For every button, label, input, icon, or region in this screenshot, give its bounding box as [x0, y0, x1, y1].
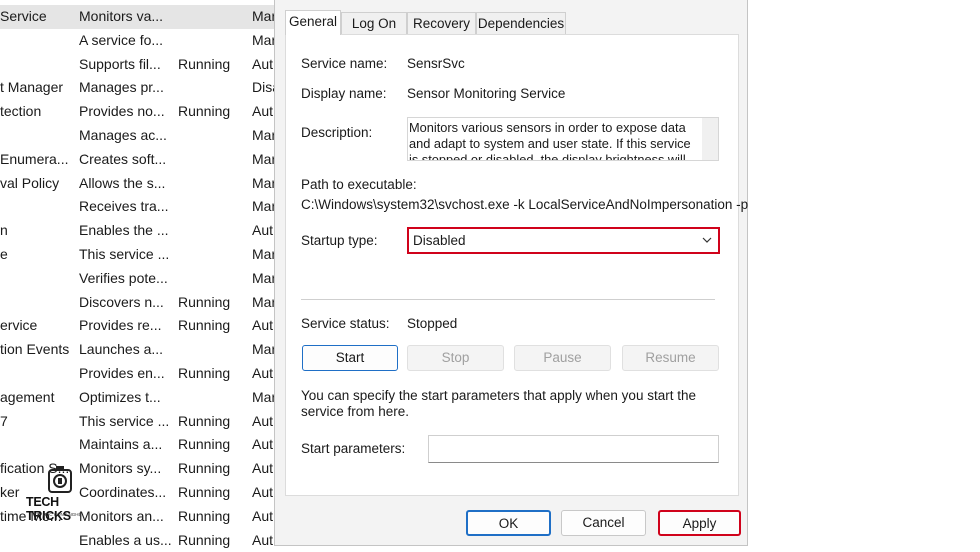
service-name-cell: tion Events [0, 341, 70, 358]
tab-dependencies[interactable]: Dependencies [476, 12, 566, 34]
tech-tricks-logo: TECH TRICKS TIN HỌC CÔNG NGHỆ [26, 466, 96, 524]
service-description-cell: Enables the ... [79, 222, 169, 239]
service-status-cell: Running [178, 483, 231, 500]
service-name-cell: Service [0, 8, 47, 24]
service-row[interactable]: A service fo... Mar [0, 29, 290, 53]
service-description-cell: Provides no... [79, 103, 165, 120]
service-name-value: SensrSvc [407, 56, 465, 71]
service-status-cell: Running [178, 293, 231, 310]
startup-type-label: Startup type: [301, 233, 378, 248]
description-scrollbar[interactable] [702, 118, 718, 160]
display-name-label: Display name: [301, 86, 387, 101]
service-name-cell: n [0, 222, 8, 239]
separator [301, 299, 715, 300]
service-description-cell: Discovers n... [79, 293, 164, 310]
service-status-cell: Running [178, 460, 231, 477]
service-description-cell: Creates soft... [79, 150, 167, 167]
tab-recovery[interactable]: Recovery [407, 12, 476, 34]
start-parameters-hint: You can specify the start parameters tha… [301, 388, 696, 419]
service-description-cell: Allows the s... [79, 174, 166, 191]
service-description-cell: Manages ac... [79, 126, 167, 143]
start-button[interactable]: Start [302, 345, 398, 371]
path-value: C:\Windows\system32\svchost.exe -k Local… [301, 197, 749, 212]
service-description-cell: Receives tra... [79, 198, 169, 215]
service-description-cell: Enables a us... [79, 531, 171, 548]
service-description-cell: Launches a... [79, 341, 164, 358]
service-row[interactable]: Maintains a... Running Aut [0, 433, 290, 457]
service-row[interactable]: Manages ac... Mar [0, 124, 290, 148]
service-status-cell: Running [178, 364, 231, 381]
service-description-cell: Verifies pote... [79, 269, 168, 286]
pause-button[interactable]: Pause [514, 345, 611, 371]
service-name-cell: e [0, 245, 8, 262]
service-name-cell: agement [0, 388, 55, 405]
service-name-cell: 7 [0, 412, 8, 429]
apply-button[interactable]: Apply [658, 510, 741, 536]
service-description-cell: Provides re... [79, 317, 162, 334]
service-row[interactable]: Service Monitors va... Mar [0, 5, 290, 29]
cancel-button[interactable]: Cancel [561, 510, 646, 536]
service-row[interactable]: n Enables the ... Aut [0, 219, 290, 243]
description-box[interactable]: Monitors various sensors in order to exp… [407, 117, 719, 161]
logo-title: TECH TRICKS [26, 495, 71, 523]
service-row[interactable]: Supports fil... Running Aut [0, 53, 290, 77]
service-status-cell: Running [178, 103, 231, 120]
general-tab-panel: Service name: SensrSvc Display name: Sen… [285, 34, 748, 496]
service-name-cell: tection [0, 103, 42, 120]
service-row[interactable]: Discovers n... Running Mar [0, 291, 290, 315]
service-name-cell: ervice [0, 317, 38, 334]
start-parameters-label: Start parameters: [301, 441, 406, 456]
service-status-cell: Running [178, 55, 231, 72]
logo-emblem-icon [48, 466, 72, 493]
service-status-cell: Running [178, 531, 231, 548]
display-name-value: Sensor Monitoring Service [407, 86, 566, 101]
service-row[interactable]: Verifies pote... Mar [0, 267, 290, 291]
service-description-cell: Maintains a... [79, 436, 163, 453]
service-description-cell: This service ... [79, 245, 170, 262]
service-properties-dialog: General Log On Recovery Dependencies Ser… [274, 0, 748, 546]
description-text: Monitors various sensors in order to exp… [409, 120, 691, 161]
startup-type-dropdown[interactable]: Disabled [407, 227, 720, 254]
service-name-cell: Enumera... [0, 150, 69, 167]
service-status-cell: Running [178, 412, 231, 429]
service-row[interactable]: Enumera... Creates soft... Mar [0, 148, 290, 172]
service-row[interactable]: val Policy Allows the s... Mar [0, 172, 290, 196]
tab-log-on[interactable]: Log On [341, 12, 407, 34]
path-label: Path to executable: [301, 177, 417, 192]
resume-button[interactable]: Resume [622, 345, 719, 371]
service-description-cell: This service ... [79, 412, 170, 429]
service-row[interactable]: ervice Provides re... Running Aut [0, 314, 290, 338]
service-status-cell: Running [178, 317, 231, 334]
start-parameters-input[interactable] [428, 435, 719, 463]
service-row[interactable]: Receives tra... Mar [0, 195, 290, 219]
ok-button[interactable]: OK [466, 510, 551, 536]
service-row[interactable]: tion Events Launches a... Mar [0, 338, 290, 362]
service-row[interactable]: 7 This service ... Running Aut [0, 410, 290, 434]
tab-general[interactable]: General [285, 10, 341, 35]
service-description-cell: A service fo... [79, 31, 164, 48]
service-status-value: Stopped [407, 316, 458, 331]
service-row[interactable]: e This service ... Mar [0, 243, 290, 267]
logo-subtitle: TIN HỌC CÔNG NGHỆ [34, 512, 82, 517]
service-description-cell: Manages pr... [79, 79, 164, 96]
service-name-cell: t Manager [0, 79, 64, 96]
service-name-label: Service name: [301, 56, 388, 71]
service-description-cell: Supports fil... [79, 55, 161, 72]
service-status-label: Service status: [301, 316, 390, 331]
service-status-cell: Running [178, 507, 231, 524]
startup-type-value: Disabled [413, 233, 466, 248]
service-row[interactable]: tection Provides no... Running Aut [0, 100, 290, 124]
service-name-cell: val Policy [0, 174, 60, 191]
service-row[interactable]: t Manager Manages pr... Disa [0, 76, 290, 100]
service-description-cell: Provides en... [79, 364, 165, 381]
service-row[interactable]: Enables a us... Running Aut [0, 529, 290, 552]
service-row[interactable]: Provides en... Running Aut [0, 362, 290, 386]
description-label: Description: [301, 125, 373, 140]
service-row[interactable]: agement Optimizes t... Mar [0, 386, 290, 410]
service-description-cell: Monitors va... [79, 8, 164, 24]
service-description-cell: Optimizes t... [79, 388, 161, 405]
service-status-cell: Running [178, 436, 231, 453]
stop-button[interactable]: Stop [407, 345, 504, 371]
chevron-down-icon [702, 237, 712, 243]
